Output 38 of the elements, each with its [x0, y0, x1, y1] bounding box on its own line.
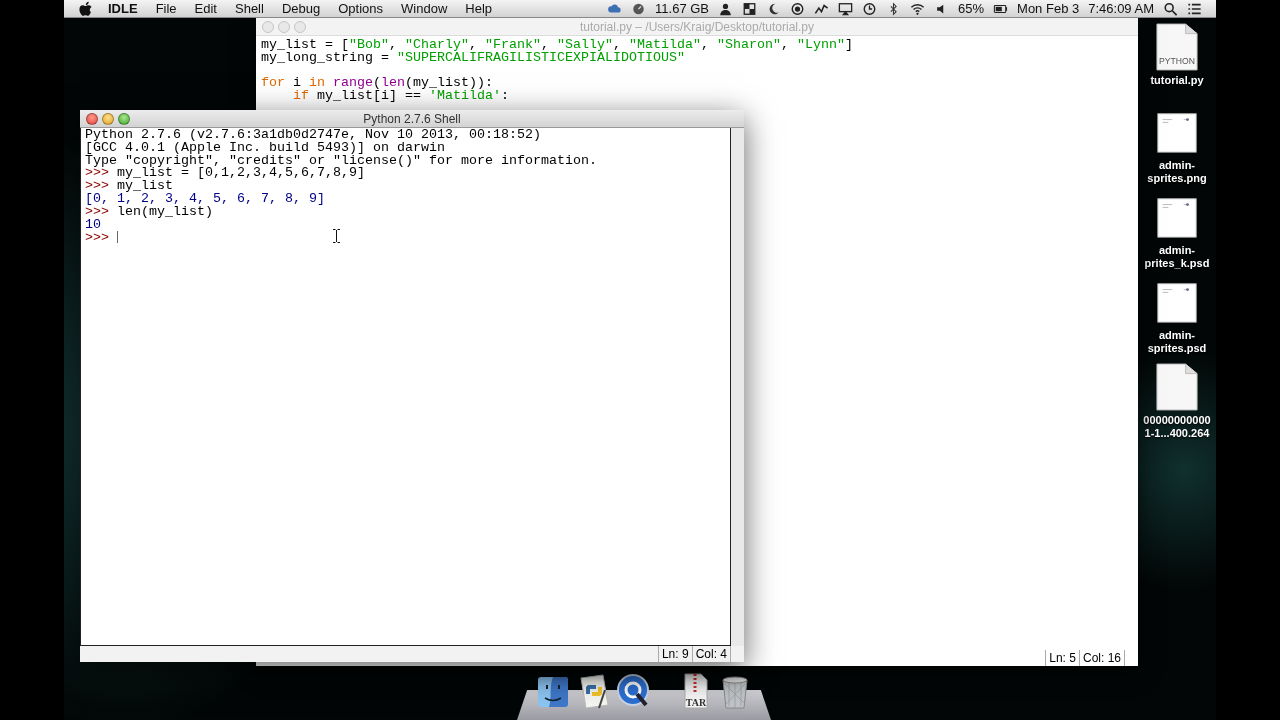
status-text: 7:46:09 AM — [1088, 1, 1154, 16]
window-title: Python 2.7.6 Shell — [363, 111, 461, 126]
console-line: Type "copyright", "credits" or "license()" for more information. — [85, 154, 597, 168]
app-menu[interactable]: IDLE — [103, 1, 147, 16]
code-line: if my_list[i] == 'Matilda': — [292, 90, 509, 103]
menu-item[interactable]: File — [146, 1, 186, 16]
file-label[interactable]: tutorial.py — [1150, 74, 1204, 87]
console-line: >>> my_list = [0,1,2,3,4,5,6,7,8,9] — [85, 167, 365, 181]
type-label: PYTHON — [1159, 56, 1195, 67]
code-line: for i in range(len(my_list)): — [261, 77, 493, 91]
menu-item[interactable]: Help — [456, 1, 502, 16]
menu-item[interactable]: Edit — [185, 1, 226, 16]
icon-label: TAR — [685, 697, 707, 708]
console-line: >>> my_list — [85, 180, 173, 193]
menu-item[interactable]: Window — [392, 1, 457, 16]
code-line: my_long_string = "SUPERCALIFRAGILISTICEXPIALIDOTIOUS" — [261, 51, 685, 65]
code-line: my_list = ["Bob", "Charly", "Frank", "Sally", "Matilda", "Sharon", "Lynn"] — [261, 39, 853, 52]
status-text: 65% — [958, 1, 985, 16]
status-text: 11.67 GB — [655, 1, 710, 16]
menu-item[interactable]: Debug — [272, 1, 330, 16]
console-line: Python 2.7.6 (v2.7.6:3a1db0d2747e, Nov 10 2013, 00:18:52) — [85, 129, 541, 142]
column-indicator: Col: 16 — [1078, 650, 1124, 666]
status-text: Mon Feb 3 — [1017, 1, 1080, 16]
menu-item[interactable]: Shell — [226, 1, 273, 16]
console-line: >>> len(my_list) — [85, 205, 213, 219]
file-label[interactable]: admin- sprites.png — [1147, 159, 1207, 185]
console-line: [GCC 4.0.1 (Apple Inc. build 5493)] on darwin — [85, 141, 445, 155]
file-label[interactable]: 00000000000 1-1...400.264 — [1143, 414, 1211, 440]
menu-item[interactable]: Options — [329, 1, 393, 16]
console-line: [0, 1, 2, 3, 4, 5, 6, 7, 8, 9] — [85, 193, 325, 206]
column-indicator: Col: 4 — [691, 646, 730, 662]
line-indicator: Ln: 9 — [657, 646, 692, 662]
window-title: tutorial.py – /Users/Kraig/Desktop/tutorial.py — [579, 19, 815, 34]
console-line: 10 — [85, 218, 101, 232]
file-label[interactable]: admin- sprites.psd — [1147, 329, 1207, 355]
console-line: >>> — [85, 231, 118, 245]
file-label[interactable]: admin- prites_k.psd — [1144, 244, 1210, 270]
line-indicator: Ln: 5 — [1045, 650, 1079, 666]
